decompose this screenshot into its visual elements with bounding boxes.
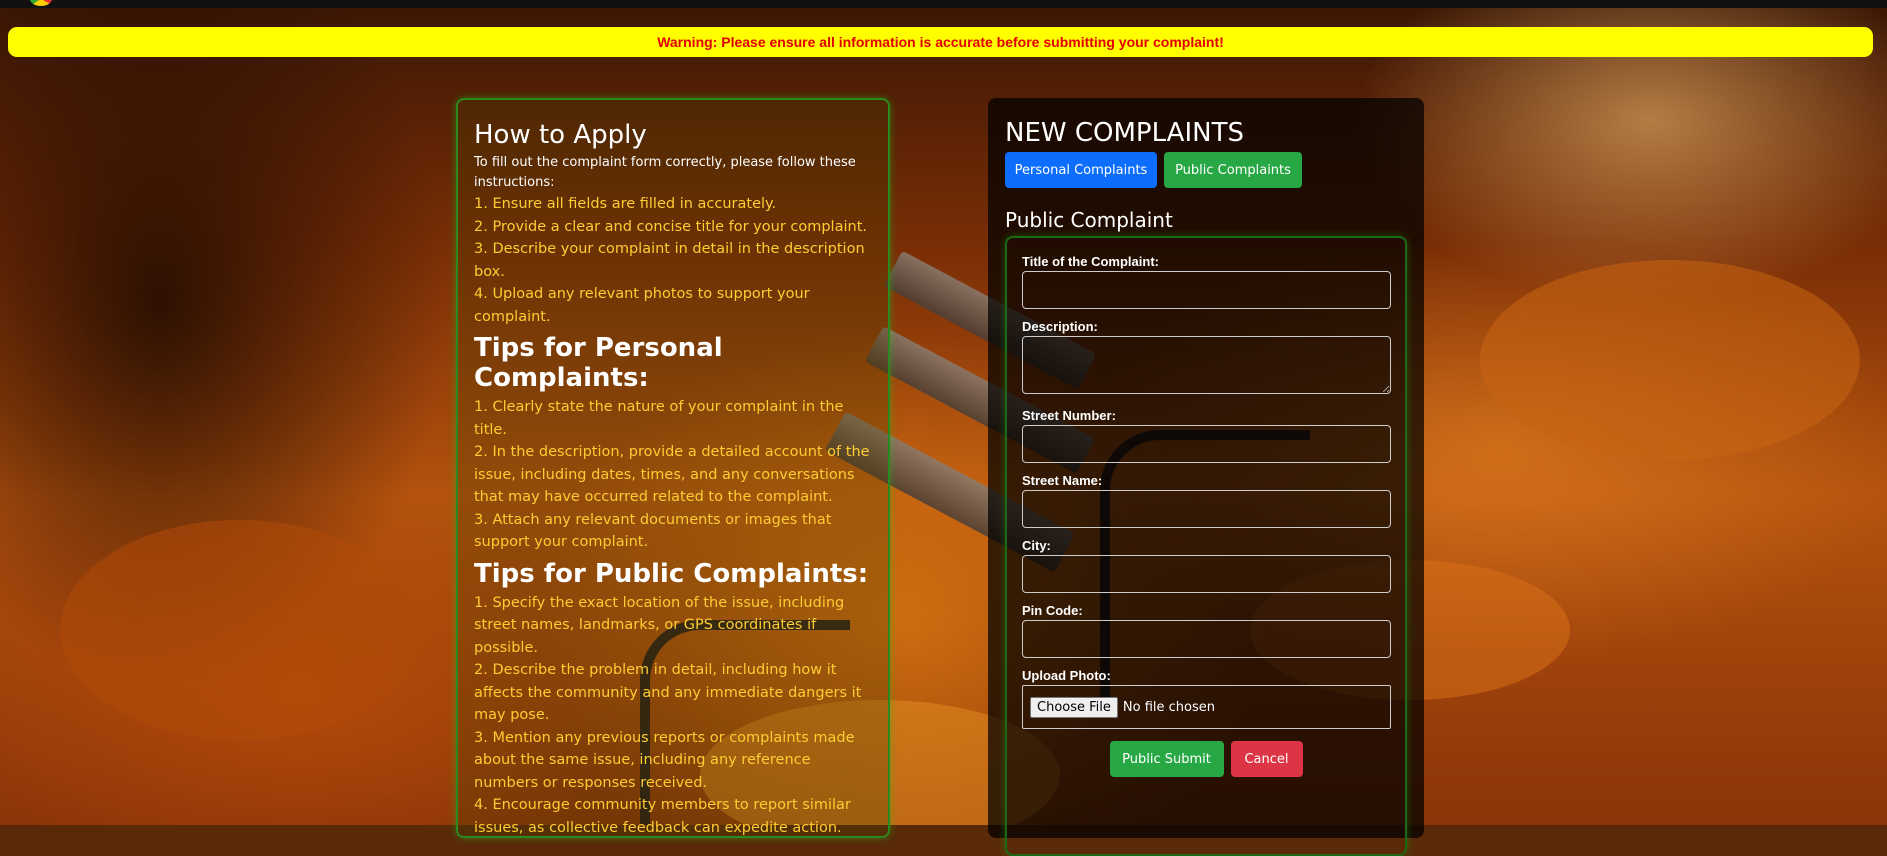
background-image (0, 0, 1887, 825)
description-label: Description: (1022, 319, 1098, 334)
city-label: City: (1022, 538, 1051, 553)
file-status-text: No file chosen (1122, 699, 1215, 715)
personal-tip: 1. Clearly state the nature of your comp… (474, 399, 844, 438)
public-submit-button[interactable]: Public Submit (1109, 741, 1224, 777)
app-logo-icon[interactable] (30, 0, 52, 6)
complaint-type-tabs: Personal Complaints Public Complaints (1005, 152, 1407, 188)
upload-photo-label: Upload Photo: (1022, 668, 1111, 683)
choose-file-button[interactable]: Choose File (1030, 696, 1118, 718)
pin-code-label: Pin Code: (1022, 603, 1083, 618)
complaint-title-input[interactable] (1022, 271, 1391, 309)
instruction-step: 4. Upload any relevant photos to support… (474, 286, 810, 325)
street-number-input[interactable] (1022, 425, 1391, 463)
public-complaints-button[interactable]: Public Complaints (1164, 152, 1302, 188)
personal-tip: 2. In the description, provide a detaile… (474, 444, 870, 505)
public-tips-heading: Tips for Public Complaints: (474, 558, 869, 589)
personal-tip: 3. Attach any relevant documents or imag… (474, 511, 832, 551)
street-name-input[interactable] (1022, 490, 1391, 528)
title-label: Title of the Complaint: (1022, 254, 1159, 269)
street-number-label: Street Number: (1022, 408, 1116, 423)
city-input[interactable] (1022, 555, 1391, 593)
new-complaints-card: NEW COMPLAINTS Personal Complaints Public… (988, 98, 1424, 856)
photo-file-input[interactable]: Choose File No file chosen (1022, 685, 1391, 729)
instructions-intro: To fill out the complaint form correctly… (474, 155, 856, 190)
instruction-step: 3. Describe your complaint in detail in … (474, 241, 865, 280)
personal-tips-heading: Tips for Personal Complaints: (474, 333, 723, 393)
cancel-button[interactable]: Cancel (1230, 741, 1303, 777)
public-tip: 4. Encourage community members to report… (474, 797, 851, 836)
new-complaints-title: NEW COMPLAINTS (1005, 118, 1244, 148)
public-tip: 1. Specify the exact location of the iss… (474, 594, 845, 656)
warning-text: Warning: Please ensure all information i… (657, 34, 1224, 50)
public-tip: 3. Mention any previous reports or compl… (474, 729, 855, 791)
form-title: Public Complaint (1005, 208, 1173, 232)
instruction-step: 1. Ensure all fields are filled in accur… (474, 196, 777, 212)
form-actions: Public Submit Cancel (1022, 741, 1390, 777)
how-to-apply-title: How to Apply (474, 120, 647, 150)
street-name-label: Street Name: (1022, 473, 1103, 488)
instruction-step: 2. Provide a clear and concise title for… (474, 218, 867, 235)
public-tip: 2. Describe the problem in detail, inclu… (474, 662, 862, 723)
pin-code-input[interactable] (1022, 620, 1391, 658)
warning-banner: Warning: Please ensure all information i… (8, 27, 1873, 57)
how-to-apply-card: How to Apply To fill out the complaint f… (456, 98, 890, 838)
personal-complaints-button[interactable]: Personal Complaints (1005, 152, 1157, 188)
public-complaint-form: Title of the Complaint: Description: Str… (1005, 236, 1407, 856)
description-textarea[interactable] (1022, 336, 1391, 394)
top-navbar (0, 0, 1887, 8)
